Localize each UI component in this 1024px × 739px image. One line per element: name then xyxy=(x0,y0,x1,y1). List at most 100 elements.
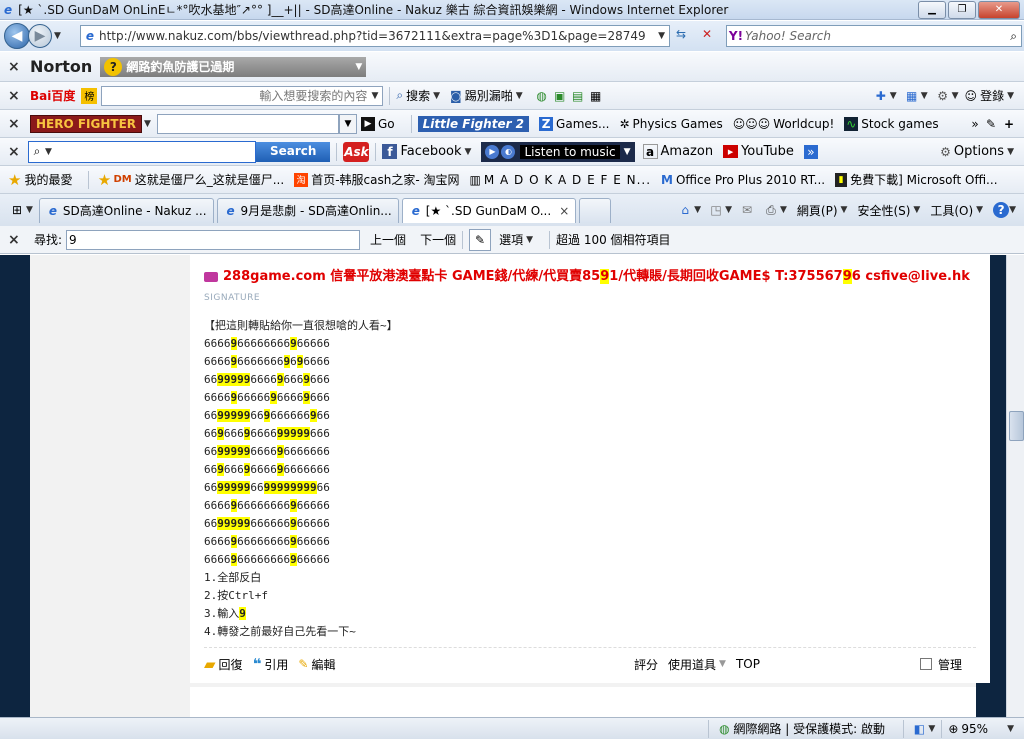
search-box[interactable]: Y! Yahoo! Search ⌕ xyxy=(726,25,1022,47)
favorites-button[interactable]: ★ 我的最愛 xyxy=(8,171,72,189)
translate-icon[interactable]: ▣ xyxy=(551,89,569,103)
chevron-down-icon[interactable]: ▼ xyxy=(928,724,935,734)
print-icon[interactable]: ⎙ xyxy=(762,203,780,218)
highlight-icon[interactable]: ✎ xyxy=(469,228,492,251)
stop-icon[interactable]: ✕ xyxy=(698,27,716,41)
calendar-icon[interactable]: ▦ xyxy=(903,89,921,103)
tab-sd-online[interactable]: e SD高達Online - Nakuz ... xyxy=(38,197,214,223)
find-previous-button[interactable]: 上一個 xyxy=(370,231,406,248)
safety-menu[interactable]: 安全性(S) ▼ xyxy=(857,202,920,219)
close-find-icon[interactable]: × xyxy=(8,232,22,248)
find-next-button[interactable]: 下一個 xyxy=(420,231,456,248)
help-icon[interactable]: ? xyxy=(993,202,1010,218)
minimize-button[interactable]: ▁ xyxy=(918,0,946,19)
play-icon[interactable]: ▶ xyxy=(485,144,500,159)
rss-icon[interactable]: ◳ xyxy=(707,203,725,217)
music-player[interactable]: ▶ ◐ Listen to music ▼ xyxy=(481,141,635,162)
top-link[interactable]: TOP xyxy=(736,657,760,671)
favorite-link-1[interactable]: DM 这就是僵尸么_这就是僵尸... xyxy=(113,171,284,188)
chevron-down-icon[interactable]: ▼ xyxy=(694,205,701,215)
chevron-down-icon[interactable]: ▼ xyxy=(144,119,151,129)
add-icon[interactable]: + xyxy=(1000,117,1018,131)
baidu-search-input[interactable]: 輸入想要搜索的內容 ▼ xyxy=(101,85,384,106)
baidu-news-button[interactable]: ◙ 踢別漏啪 ▼ xyxy=(450,87,523,104)
worldcup-button[interactable]: ☺☺☺ Worldcup! xyxy=(733,117,835,131)
favorite-link-2[interactable]: 淘首页-韩服cash之家- 淘宝网 xyxy=(294,171,459,188)
go-button[interactable]: ▶ Go xyxy=(360,116,395,131)
ask-search-button[interactable]: Search xyxy=(256,141,331,162)
options-button[interactable]: ⚙ Options ▼ xyxy=(940,144,1014,159)
rate-link[interactable]: 評分 xyxy=(634,656,658,673)
close-toolbar-icon[interactable]: × xyxy=(8,144,22,160)
zone-text[interactable]: 網際網路 | 受保護模式: 啟動 xyxy=(733,720,897,737)
zoom-button[interactable]: ⊕ 95% ▼ xyxy=(948,722,1014,736)
page-menu[interactable]: 網頁(P) ▼ xyxy=(797,202,848,219)
games-button[interactable]: Z Games... xyxy=(539,116,609,131)
quote-button[interactable]: ❝ 引用 xyxy=(253,655,289,673)
gear-icon[interactable]: ⚙ xyxy=(934,89,952,103)
forward-button[interactable]: ▶ xyxy=(28,24,52,48)
url-text[interactable]: http://www.nakuz.com/bbs/viewthread.php?… xyxy=(99,29,646,43)
close-toolbar-icon[interactable]: × xyxy=(8,88,22,104)
wrench-icon[interactable]: ✎ xyxy=(982,117,1000,131)
close-toolbar-icon[interactable]: × xyxy=(8,59,22,75)
address-bar[interactable]: e http://www.nakuz.com/bbs/viewthread.ph… xyxy=(80,25,670,47)
tab-september[interactable]: e 9月是悲劇 - SD高達Onlin... xyxy=(216,197,399,223)
chevron-down-icon[interactable]: ▼ xyxy=(952,91,959,101)
security-icon[interactable]: ◧ xyxy=(910,722,928,736)
home-icon[interactable]: ⌂ xyxy=(676,203,694,217)
physics-games-button[interactable]: ✲ Physics Games xyxy=(619,117,722,131)
lf2-button[interactable]: Little Fighter 2 xyxy=(417,115,530,132)
refresh-icon[interactable]: ⇆ xyxy=(672,27,690,41)
tab-list-dropdown[interactable]: ▼ xyxy=(26,205,33,215)
chevron-down-icon[interactable]: ▼ xyxy=(45,147,52,157)
stock-games-button[interactable]: ∿ Stock games xyxy=(844,116,939,131)
youtube-button[interactable]: ▶ YouTube xyxy=(723,144,794,159)
tools-menu[interactable]: 工具(O) ▼ xyxy=(930,202,983,219)
chevron-down-icon[interactable]: ▼ xyxy=(780,205,787,215)
close-button[interactable]: ✕ xyxy=(978,0,1020,19)
ask-logo[interactable]: Ask xyxy=(343,141,370,162)
quick-tabs-icon[interactable]: ⊞ xyxy=(8,203,26,217)
chevron-down-icon[interactable]: ▼ xyxy=(338,113,357,134)
use-tool-link[interactable]: 使用道具 ▼ xyxy=(668,656,726,673)
chevron-down-icon[interactable]: ▼ xyxy=(725,205,732,215)
film-icon[interactable]: ▦ xyxy=(587,89,605,103)
chevron-down-icon[interactable]: ▼ xyxy=(1009,205,1016,215)
add-favorite-icon[interactable]: ★ xyxy=(95,171,113,189)
close-toolbar-icon[interactable]: × xyxy=(8,116,22,132)
search-icon[interactable]: ⌕ xyxy=(1010,29,1017,44)
favorite-link-4[interactable]: M Office Pro Plus 2010 RT... xyxy=(661,173,825,187)
scrollbar-thumb[interactable] xyxy=(1009,411,1024,441)
history-dropdown[interactable]: ▼ xyxy=(54,31,61,41)
chevron-down-icon[interactable]: ▼ xyxy=(371,91,378,101)
favorite-link-5[interactable]: ▮ 免費下載] Microsoft Offi... xyxy=(835,171,998,188)
ask-search-input[interactable]: ⌕ ▼ xyxy=(28,140,256,163)
chevron-down-icon[interactable]: ▼ xyxy=(624,147,631,157)
baidu-search-button[interactable]: ⌕ 搜索 ▼ xyxy=(396,87,440,104)
vertical-scrollbar[interactable] xyxy=(1006,255,1024,717)
manage-checkbox[interactable] xyxy=(919,658,932,670)
facebook-button[interactable]: f Facebook ▼ xyxy=(382,144,471,159)
apps-icon[interactable]: ▤ xyxy=(569,89,587,103)
hero-fighter-logo[interactable]: HERO FIGHTER xyxy=(30,114,143,133)
back-button[interactable]: ◀ xyxy=(4,23,30,49)
close-tab-icon[interactable]: × xyxy=(559,204,569,218)
address-dropdown[interactable]: ▼ xyxy=(658,31,665,41)
find-options-button[interactable]: 選項 ▼ xyxy=(499,231,533,248)
more-chevron-icon[interactable]: » xyxy=(803,144,818,159)
more-chevron-icon[interactable]: » xyxy=(968,117,982,131)
signature-line[interactable]: 288game.com 信譽平放港澳臺點卡 GAME錢/代練/代買賣8591/代… xyxy=(204,265,970,284)
volume-icon[interactable]: ◐ xyxy=(501,144,516,159)
chevron-down-icon[interactable]: ▼ xyxy=(921,91,928,101)
baidu-login-button[interactable]: ☺ 登錄 ▼ xyxy=(965,87,1014,104)
hero-search-input[interactable] xyxy=(156,113,339,134)
refresh-green-icon[interactable]: ◍ xyxy=(533,89,551,103)
puzzle-icon[interactable]: ✚ xyxy=(872,89,890,103)
tab-gundam[interactable]: e [★ ˋ.SD GunDaM O... × xyxy=(401,197,577,223)
norton-alert[interactable]: ? 網路釣魚防護已過期 ▼ xyxy=(100,56,367,77)
amazon-button[interactable]: a Amazon xyxy=(642,144,713,159)
reply-button[interactable]: ▰ 回復 xyxy=(204,655,243,673)
chevron-down-icon[interactable]: ▼ xyxy=(890,91,897,101)
mail-icon[interactable]: ✉ xyxy=(738,203,756,217)
